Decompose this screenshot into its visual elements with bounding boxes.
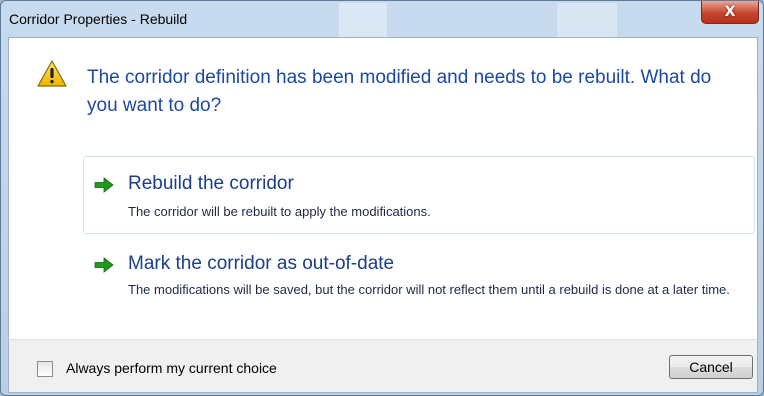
green-arrow-icon — [94, 257, 114, 273]
rebuild-corridor-option[interactable]: Rebuild the corridor The corridor will b… — [83, 156, 755, 234]
option-description: The corridor will be rebuilt to apply th… — [128, 204, 431, 219]
title-bar-glass — [339, 3, 387, 37]
option-description: The modifications will be saved, but the… — [128, 282, 730, 297]
option-title: Mark the corridor as out-of-date — [128, 253, 395, 274]
warning-icon — [37, 60, 67, 87]
checkbox-label[interactable]: Always perform my current choice — [66, 360, 277, 376]
close-icon: X — [724, 4, 736, 20]
title-bar[interactable]: Corridor Properties - Rebuild X — [1, 1, 763, 37]
window-title: Corridor Properties - Rebuild — [9, 11, 188, 27]
green-arrow-icon — [94, 177, 114, 193]
title-bar-glass — [557, 3, 617, 37]
dialog-heading: The corridor definition has been modifie… — [87, 67, 712, 116]
mark-out-of-date-option[interactable]: Mark the corridor as out-of-date The mod… — [83, 242, 755, 328]
always-perform-checkbox[interactable] — [37, 361, 53, 377]
option-title: Rebuild the corridor — [128, 173, 294, 194]
dialog-footer: Always perform my current choice Cancel — [8, 339, 758, 393]
cancel-button[interactable]: Cancel — [669, 355, 753, 379]
dialog-window: Corridor Properties - Rebuild X The corr… — [0, 0, 764, 396]
dialog-content: The corridor definition has been modifie… — [8, 37, 758, 340]
close-button[interactable]: X — [701, 1, 759, 24]
